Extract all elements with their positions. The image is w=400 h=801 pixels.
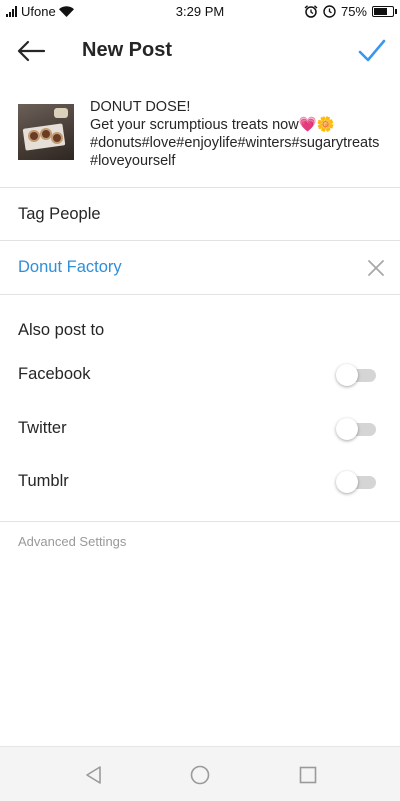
share-option-facebook-label: Facebook [18,365,91,383]
battery-icon [372,5,397,17]
status-left: Ufone [0,4,74,19]
advanced-settings-link[interactable]: Advanced Settings [18,534,126,549]
divider [0,294,400,295]
caption-text[interactable]: DONUT DOSE! Get your scrumptious treats … [90,98,386,170]
location-label[interactable]: Donut Factory [18,258,122,277]
divider [0,187,400,188]
wifi-icon [58,5,74,17]
tag-people-button[interactable]: Tag People [18,205,101,224]
carrier-name: Ufone [21,3,56,19]
divider [0,240,400,241]
status-bar: Ufone 3:29 PM 75% [0,0,400,22]
divider [0,521,400,522]
battery-percent: 75% [340,3,367,19]
clock-icon [323,4,336,18]
arrow-left-icon[interactable] [16,39,46,63]
alarm-icon [304,4,318,18]
toggle-knob [336,471,358,493]
page-title: New Post [82,39,173,61]
status-right: 75% [304,4,400,19]
share-option-twitter-label: Twitter [18,419,67,437]
facebook-toggle[interactable] [336,364,376,386]
share-heading: Also post to [18,321,105,339]
close-icon[interactable] [367,259,385,277]
toggle-knob [336,364,358,386]
share-option-tumblr-label: Tumblr [18,472,69,490]
battery-level-fill [374,7,387,15]
toggle-knob [336,418,358,440]
signal-icon [6,5,17,17]
back-triangle-icon[interactable] [83,764,105,786]
twitter-toggle[interactable] [336,418,376,440]
post-thumbnail[interactable] [18,104,74,160]
header: New Post [0,22,400,80]
tumblr-toggle[interactable] [336,471,376,493]
post-preview: DONUT DOSE! Get your scrumptious treats … [0,92,400,186]
checkmark-icon[interactable] [358,38,386,64]
recents-square-icon[interactable] [297,764,319,786]
home-circle-icon[interactable] [189,764,211,786]
system-nav-bar [0,746,400,801]
